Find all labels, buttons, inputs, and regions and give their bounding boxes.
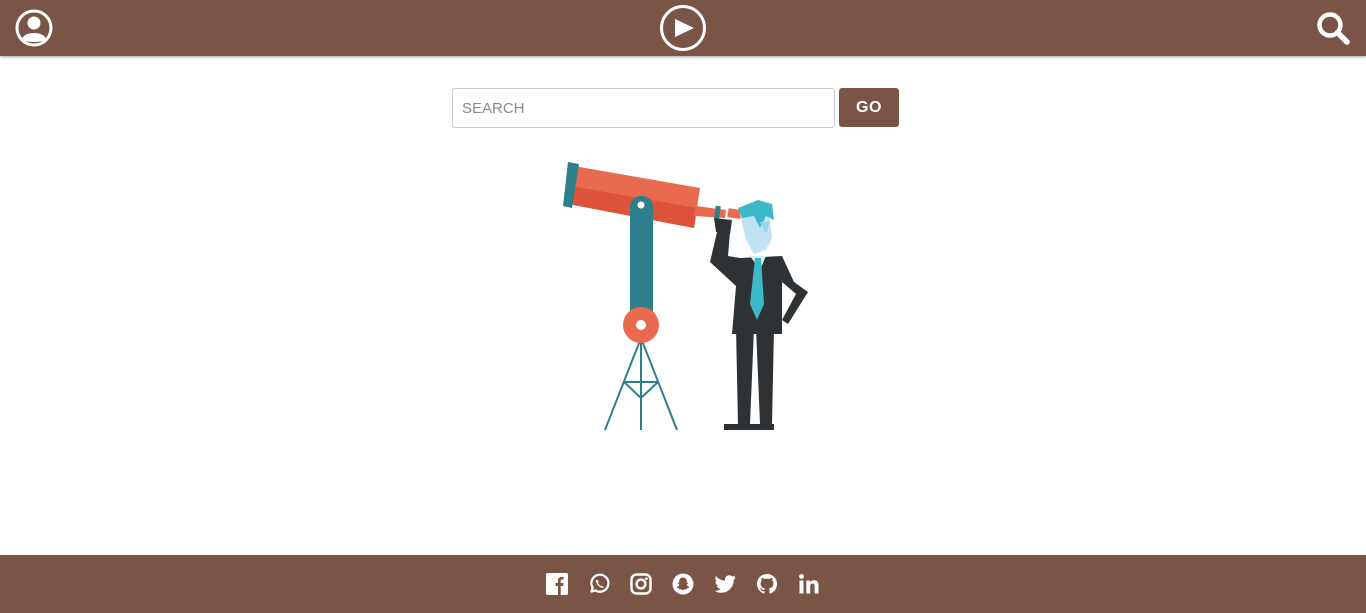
user-account-button[interactable] [12,0,56,56]
linkedin-link[interactable] [797,572,821,596]
whatsapp-icon [590,573,610,593]
instagram-link[interactable] [629,572,653,596]
github-link[interactable] [755,572,779,596]
snapchat-icon [672,573,694,595]
search-form: GO [452,88,899,128]
facebook-link[interactable] [545,572,569,596]
play-circle-icon [660,5,706,51]
whatsapp-link[interactable] [587,572,611,596]
instagram-icon [630,573,652,595]
telescope-illustration [560,158,812,432]
facebook-icon [546,573,568,595]
go-button[interactable]: GO [839,88,899,127]
linkedin-icon [799,574,819,594]
footer [0,555,1366,613]
twitter-icon [714,575,736,593]
social-links [545,571,821,597]
github-icon [756,573,778,594]
search-icon [1317,12,1350,45]
top-navbar [0,0,1366,56]
snapchat-link[interactable] [671,572,695,596]
logo-play-button[interactable] [659,0,707,56]
twitter-link[interactable] [713,572,737,596]
user-circle-icon [15,9,53,47]
header-search-button[interactable] [1310,0,1356,56]
search-input[interactable] [452,88,835,128]
